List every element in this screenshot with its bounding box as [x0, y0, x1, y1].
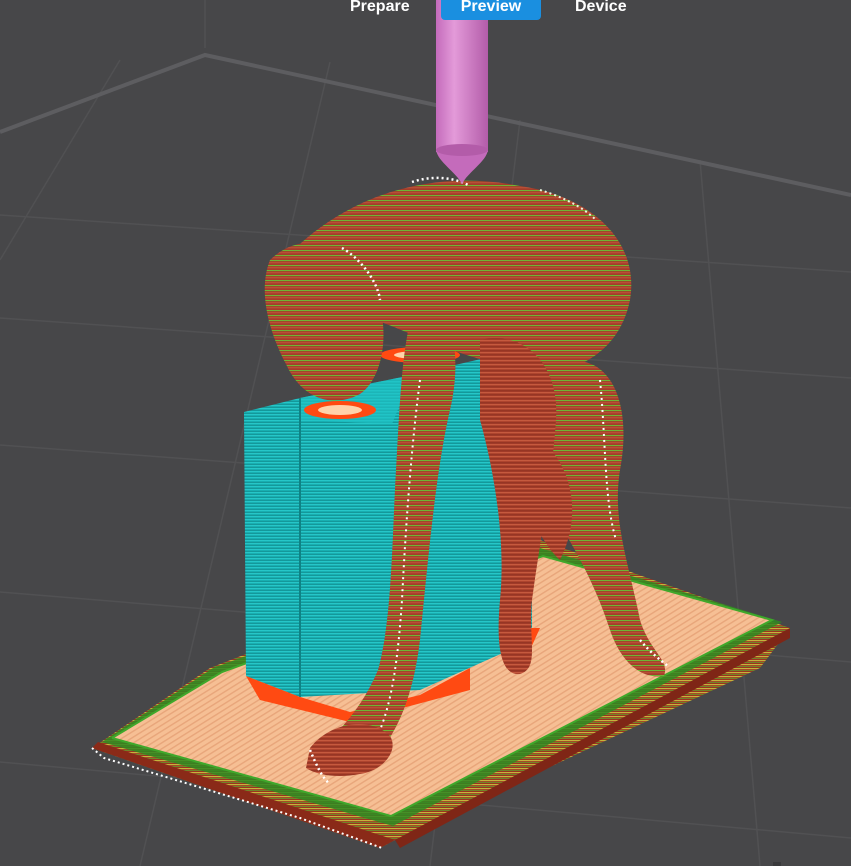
top-tab-bar: Prepare Preview Device	[0, 0, 851, 22]
tab-device[interactable]: Device	[557, 0, 645, 20]
tab-prepare[interactable]: Prepare	[332, 0, 428, 20]
viewport-scroll-hint	[773, 862, 781, 866]
3d-preview-viewport[interactable]	[0, 0, 851, 866]
tab-preview[interactable]: Preview	[441, 0, 541, 20]
nozzle-icon	[436, 0, 488, 184]
